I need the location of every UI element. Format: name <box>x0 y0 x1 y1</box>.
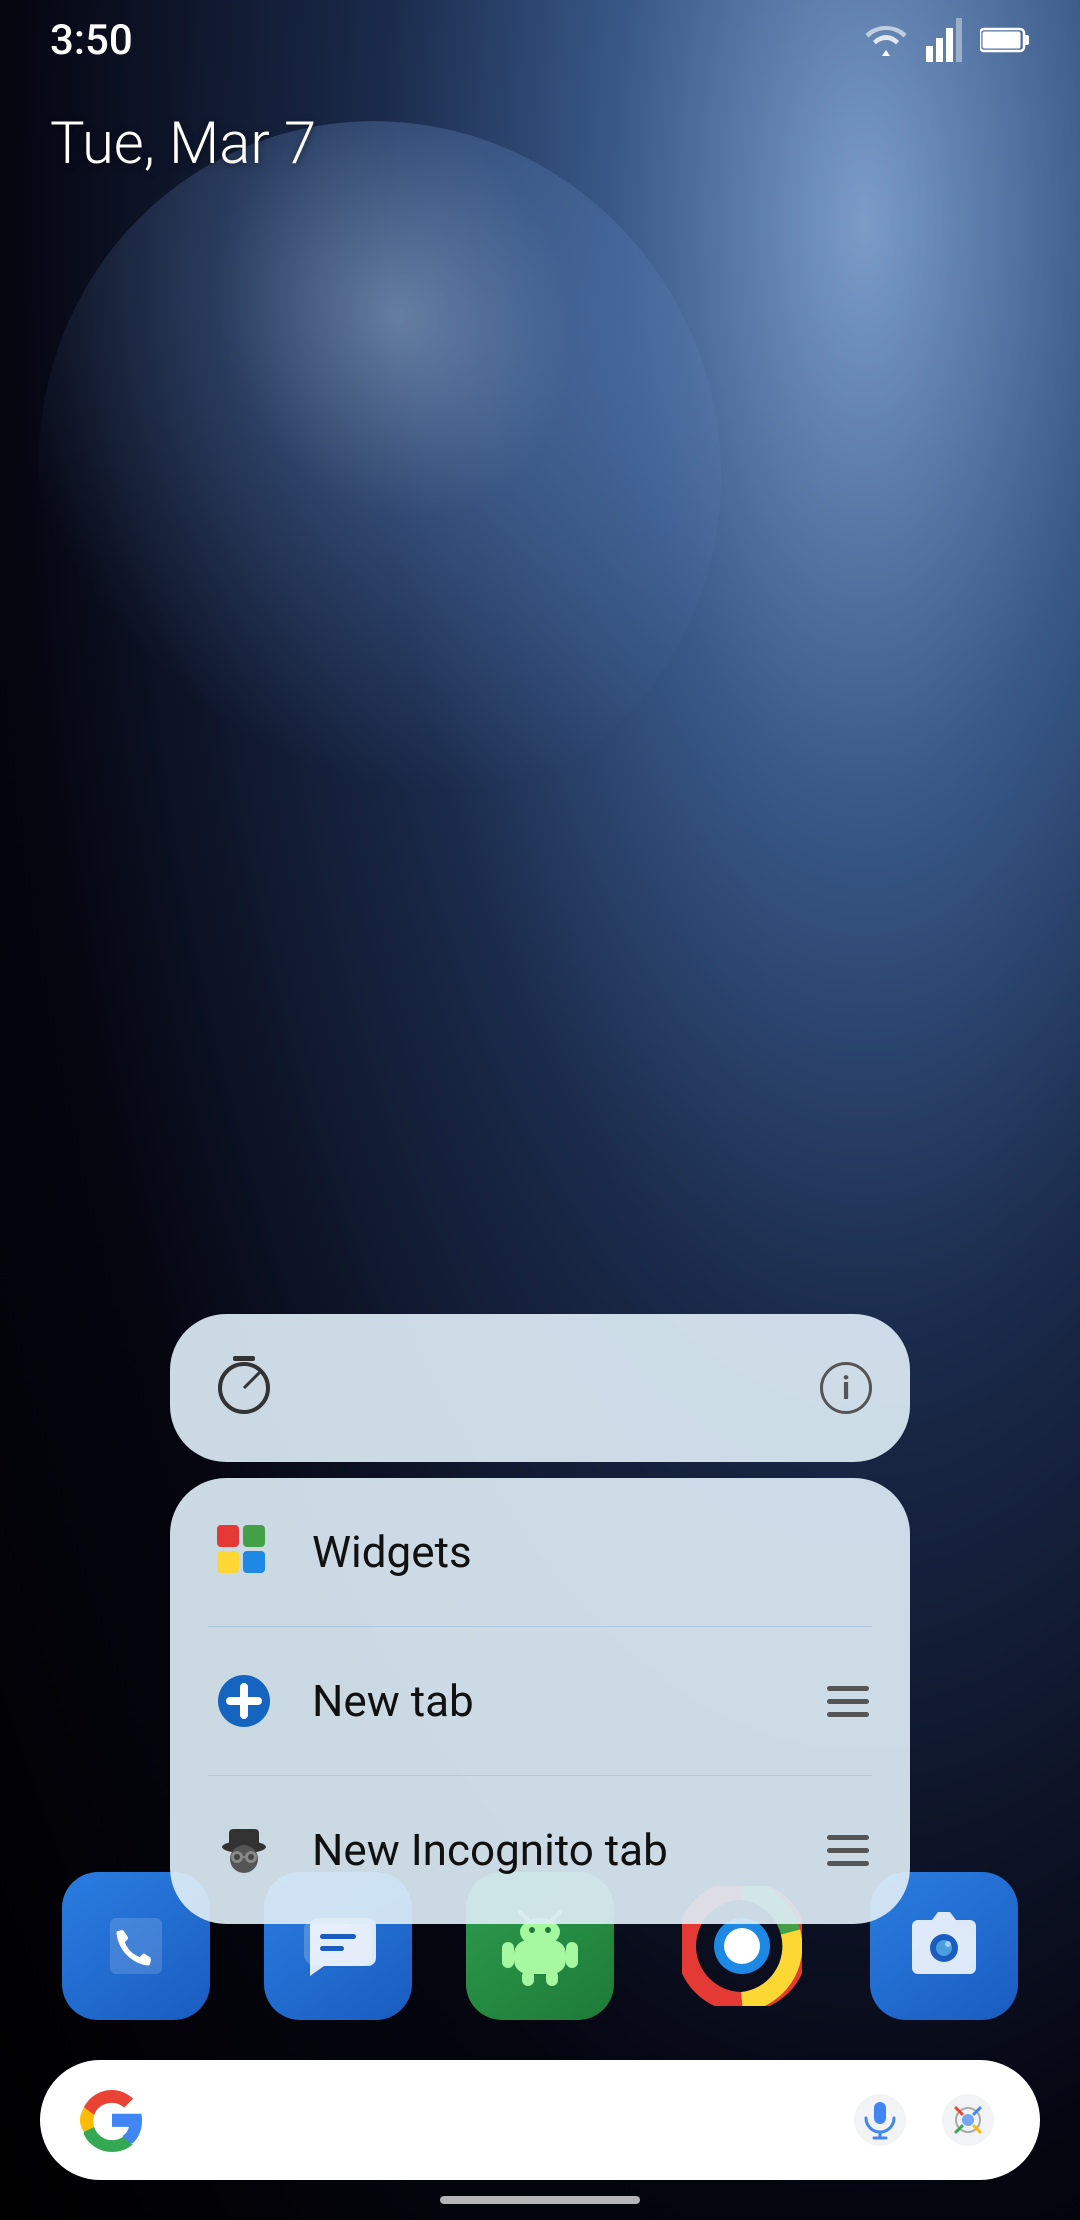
incognito-icon <box>208 1814 280 1886</box>
google-logo <box>76 2084 148 2156</box>
widgets-label: Widgets <box>312 1526 872 1578</box>
incognito-drag-handle <box>824 1835 872 1866</box>
context-menu: i Widgets Ne <box>170 1314 910 1940</box>
home-indicator[interactable] <box>440 2196 640 2204</box>
hourglass-icon <box>208 1352 280 1424</box>
new-tab-menu-item[interactable]: New tab <box>170 1627 910 1775</box>
widgets-menu-item[interactable]: Widgets <box>170 1478 910 1626</box>
search-bar[interactable] <box>40 2060 1040 2180</box>
widgets-icon <box>208 1516 280 1588</box>
drag-handle <box>824 1686 872 1717</box>
new-tab-label: New tab <box>312 1675 824 1727</box>
date-display: Tue, Mar 7 <box>50 110 316 178</box>
status-bar: 3:50 <box>0 0 1080 80</box>
nav-bar <box>0 2180 1080 2220</box>
plus-icon <box>208 1665 280 1737</box>
battery-icon <box>980 26 1030 54</box>
info-icon[interactable]: i <box>820 1362 872 1414</box>
new-incognito-tab-menu-item[interactable]: New Incognito tab <box>170 1776 910 1924</box>
status-icons <box>864 18 1030 62</box>
menu-group-widgets-tabs: Widgets New tab <box>170 1478 910 1924</box>
google-lens-button[interactable] <box>932 2084 1004 2156</box>
shortcut-app-item[interactable]: i <box>170 1314 910 1462</box>
status-time: 3:50 <box>50 16 133 65</box>
new-incognito-tab-label: New Incognito tab <box>312 1824 824 1876</box>
wifi-icon <box>864 22 908 58</box>
signal-icon <box>926 18 962 62</box>
voice-search-button[interactable] <box>844 2084 916 2156</box>
